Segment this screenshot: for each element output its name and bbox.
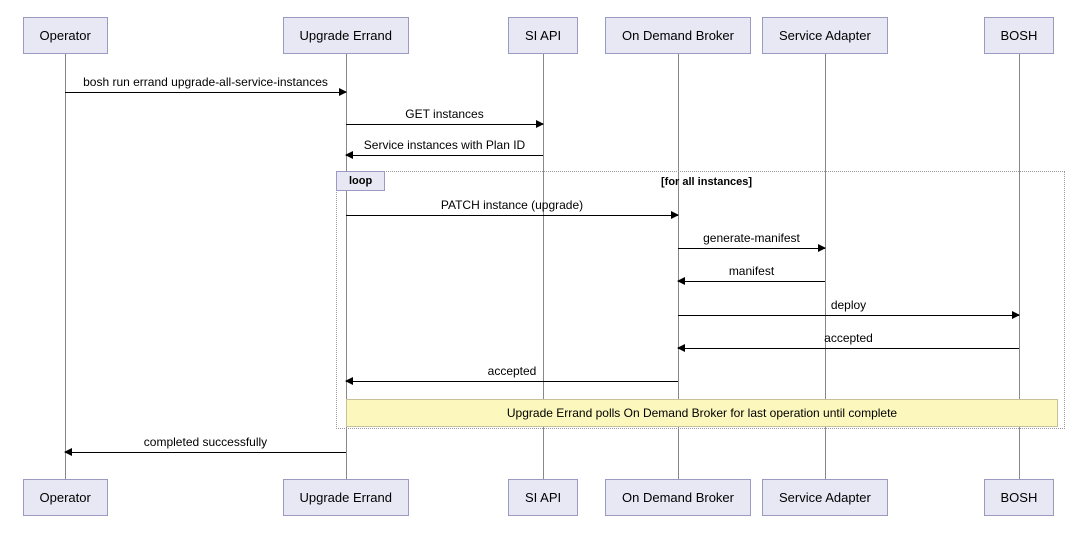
- message-arrow: [678, 315, 1019, 316]
- loop-condition: [for all instances]: [661, 176, 752, 188]
- participant-box: SI API: [508, 17, 578, 54]
- participant-box: SI API: [508, 479, 578, 516]
- participant-box: On Demand Broker: [605, 479, 751, 516]
- message-arrow: [65, 452, 346, 453]
- participant-box: BOSH: [984, 479, 1055, 516]
- message-label: manifest: [678, 264, 825, 278]
- participant-box: Operator: [23, 479, 108, 516]
- message-label: accepted: [678, 331, 1019, 345]
- note-text: Upgrade Errand polls On Demand Broker fo…: [507, 406, 897, 420]
- participant-box: Upgrade Errand: [283, 17, 410, 54]
- message-arrow: [346, 124, 543, 125]
- loop-label: loop: [336, 171, 385, 191]
- message-label: deploy: [678, 298, 1019, 312]
- message-arrow: [346, 155, 543, 156]
- message-label: generate-manifest: [678, 231, 825, 245]
- message-arrow: [678, 248, 825, 249]
- message-label: PATCH instance (upgrade): [346, 198, 678, 212]
- message-arrow: [678, 281, 825, 282]
- message-label: Service instances with Plan ID: [346, 138, 543, 152]
- participant-box: Upgrade Errand: [283, 479, 410, 516]
- participant-box: On Demand Broker: [605, 17, 751, 54]
- message-label: bosh run errand upgrade-all-service-inst…: [65, 75, 346, 89]
- note-box: Upgrade Errand polls On Demand Broker fo…: [346, 399, 1058, 427]
- message-label: accepted: [346, 364, 678, 378]
- message-arrow: [678, 348, 1019, 349]
- lifeline: [65, 52, 66, 499]
- participant-box: Service Adapter: [762, 17, 888, 54]
- message-label: completed successfully: [65, 435, 346, 449]
- participant-box: Operator: [23, 17, 108, 54]
- message-arrow: [65, 92, 346, 93]
- message-arrow: [346, 215, 678, 216]
- message-arrow: [346, 381, 678, 382]
- message-label: GET instances: [346, 107, 543, 121]
- participant-box: BOSH: [984, 17, 1055, 54]
- participant-box: Service Adapter: [762, 479, 888, 516]
